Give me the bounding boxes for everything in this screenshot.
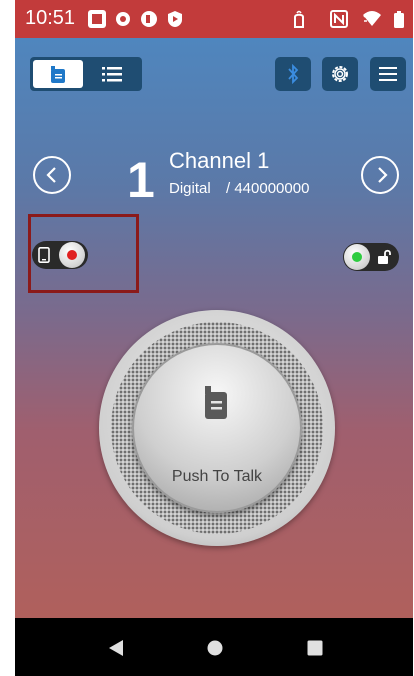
home-icon[interactable]	[207, 640, 223, 656]
radio-device-icon	[51, 66, 65, 83]
ptt-inner-dial	[132, 343, 302, 513]
recording-indicator	[67, 250, 77, 260]
channel-frequency: / 440000000	[226, 180, 310, 197]
nfc-icon	[330, 10, 348, 28]
chevron-right-icon	[378, 167, 388, 183]
play-protect-icon	[168, 11, 182, 27]
recents-icon[interactable]	[307, 640, 323, 656]
radio-device-icon	[205, 386, 227, 419]
switch-knob	[59, 242, 85, 268]
phone-mode-switch[interactable]	[32, 241, 88, 269]
back-icon[interactable]	[108, 639, 124, 657]
bluetooth-button[interactable]	[275, 57, 311, 91]
app-screen: 1 Channel 1 Digital / 440000000 Push To …	[15, 38, 413, 618]
menu-icon	[379, 67, 397, 81]
battery-icon	[394, 11, 404, 28]
settings-button[interactable]	[322, 57, 358, 91]
nfc-tag-icon	[294, 10, 304, 28]
vpn-shield-icon	[141, 11, 157, 27]
wifi-icon	[363, 11, 381, 26]
chevron-left-icon	[46, 167, 56, 183]
channel-name: Channel 1	[169, 148, 270, 173]
gear-icon	[116, 12, 130, 26]
bluetooth-icon	[288, 64, 299, 84]
navigation-bar	[15, 618, 413, 676]
radio-view-tab[interactable]	[33, 60, 83, 88]
ptt-label: Push To Talk	[171, 468, 263, 485]
previous-channel-button[interactable]	[33, 156, 71, 194]
switch-knob	[344, 244, 370, 270]
list-icon[interactable]	[102, 66, 122, 82]
phone-icon	[38, 247, 50, 263]
unlock-icon	[378, 249, 391, 264]
next-channel-button[interactable]	[361, 156, 399, 194]
status-indicator	[352, 252, 362, 262]
status-bar: 10:51	[15, 0, 413, 38]
phone-frame: 10:51 1 Channel 1 Digital / 440000000 Pu…	[15, 0, 413, 676]
view-toggle[interactable]	[30, 57, 142, 91]
push-to-talk-button[interactable]: Push To Talk	[99, 310, 335, 546]
gear-icon	[332, 66, 348, 82]
lock-switch[interactable]	[343, 243, 399, 271]
channel-number: 1	[127, 152, 155, 208]
notification-app-icon	[88, 10, 106, 28]
menu-button[interactable]	[370, 57, 406, 91]
status-time: 10:51	[25, 7, 76, 29]
channel-mode: Digital	[169, 180, 211, 197]
